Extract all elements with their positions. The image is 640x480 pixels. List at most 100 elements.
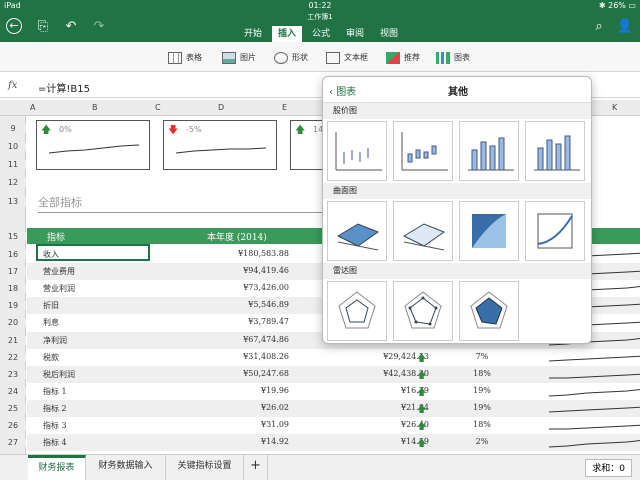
column-a[interactable]: A [30,103,35,112]
file-icon[interactable]: ⎘ [34,18,52,36]
chart-icon [436,51,450,64]
sheet-tab-data-input[interactable]: 财务数据输入 [86,455,166,480]
row-number[interactable]: 9 [0,124,26,133]
stock-chart-option-3[interactable] [459,121,519,181]
back-icon[interactable]: ← [6,18,22,34]
kpi-value: -5% [186,125,202,134]
popover-header: ‹ 图表 其他 [323,77,591,103]
undo-icon[interactable]: ↶ [62,18,80,36]
current-value: ¥31,408.26 [243,351,289,361]
metric-name: 营业费用 [43,267,75,277]
clock: 01:22 [308,1,332,10]
kpi-card[interactable]: 🡅 0% [36,120,150,170]
table-row[interactable]: 税款 ¥31,408.26 ¥29,424.53 🡅 7% [27,349,640,366]
row-number[interactable]: 13 [0,197,26,206]
row-number[interactable]: 24 [0,386,26,396]
row-number[interactable]: 16 [0,250,26,259]
search-icon[interactable]: ⌕ [590,18,608,36]
surface-chart-icon [336,223,380,251]
section-surface: 曲面图 [323,183,591,199]
stock-chart-option-1[interactable] [327,121,387,181]
metric-name: 指标 1 [43,386,67,396]
current-value: ¥73,426.00 [243,283,289,293]
recommended-button[interactable]: 推荐 [386,50,420,66]
table-row[interactable]: 指标 2 ¥26.02 ¥21.84 🡅 19% [27,399,640,417]
section-radar: 雷达图 [323,263,591,279]
row-number[interactable]: 10 [0,142,26,151]
stock-chart-option-2[interactable] [393,121,453,181]
column-k[interactable]: K [612,103,617,112]
tab-view[interactable]: 视图 [374,26,404,42]
change-percent: 18% [473,368,491,378]
row-number[interactable]: 26 [0,421,26,430]
selected-cell[interactable] [36,244,150,261]
excel-app: { "status": {"device": "iPad", "time": "… [0,0,640,480]
surface-chart-option-4[interactable] [525,201,585,261]
formula-input[interactable]: =计算!B15 [38,80,90,95]
shapes-button[interactable]: 形状 [274,50,308,66]
surface-chart-icon [472,214,506,248]
tab-review[interactable]: 审阅 [340,26,370,42]
row-number[interactable]: 18 [0,284,26,294]
metric-name: 利息 [43,318,59,328]
sheet-tab-kpi-settings[interactable]: 关键指标设置 [166,455,244,480]
column-c[interactable]: C [155,103,161,112]
row-number[interactable]: 25 [0,403,26,413]
row-number[interactable]: 27 [0,438,26,448]
metric-name: 指标 2 [43,403,67,413]
chart-label: 图表 [454,53,470,62]
row-number[interactable]: 22 [0,352,26,362]
current-value: ¥67,474.86 [243,334,289,344]
table-row[interactable]: 指标 1 ¥19.96 ¥16.79 🡅 19% [27,383,640,400]
fx-icon[interactable]: fx [8,80,17,91]
metric-name: 税款 [43,352,59,362]
radar-chart-option-2[interactable] [393,281,453,341]
row-number[interactable]: 20 [0,318,26,328]
sheet-tab-financial[interactable]: 财务报表 [28,455,86,480]
sum-indicator[interactable]: 求和：0 [585,459,632,477]
change-percent: 18% [473,420,491,429]
row-number[interactable]: 17 [0,267,26,277]
insert-toolbar: 表格 图片 形状 文本框 推荐 图表 [0,42,640,72]
surface-chart-option-2[interactable] [393,201,453,261]
row-number[interactable]: 19 [0,301,26,311]
row-sparkline [548,440,640,448]
change-percent: 19% [473,385,491,395]
tab-insert[interactable]: 插入 [272,26,302,42]
column-e[interactable]: E [282,103,287,112]
current-value: ¥3,789.47 [248,317,289,327]
radar-chart-option-3[interactable] [459,281,519,341]
down-arrow-icon: 🡇 [168,125,179,136]
radar-chart-icon [338,291,376,329]
textbox-button[interactable]: 文本框 [326,50,368,66]
row-number[interactable]: 21 [0,335,26,345]
surface-chart-option-1[interactable] [327,201,387,261]
row-number[interactable]: 11 [0,160,26,169]
redo-icon[interactable]: ↷ [90,18,108,36]
add-sheet-button[interactable]: + [244,455,268,480]
row-number[interactable]: 12 [0,178,26,187]
row-number[interactable]: 23 [0,369,26,379]
row-number[interactable]: 15 [0,232,26,241]
up-arrow-icon: 🡅 [417,422,427,432]
metric-name: 折旧 [43,301,59,311]
table-row[interactable]: 指标 3 ¥31.09 ¥26.40 🡅 18% [27,417,640,434]
tab-formulas[interactable]: 公式 [306,26,336,42]
column-d[interactable]: D [218,103,224,112]
metric-name: 指标 4 [43,438,67,448]
picture-button[interactable]: 图片 [222,50,256,66]
ribbon-header: 工作簿1 ← ⎘ ↶ ↷ 开始 插入 公式 审阅 视图 ⌕ 👤 [0,12,640,42]
kpi-card[interactable]: 🡇 -5% [163,120,277,170]
chart-button[interactable]: 图表 [436,50,470,66]
table-button[interactable]: 表格 [168,50,202,66]
surface-chart-option-3[interactable] [459,201,519,261]
change-percent: 2% [475,437,489,447]
column-b[interactable]: B [92,103,98,112]
tab-home[interactable]: 开始 [238,26,268,42]
textbox-icon [326,51,340,64]
table-row[interactable]: 税后利润 ¥50,247.68 ¥42,438.20 🡅 18% [27,365,640,383]
table-row[interactable]: 指标 4 ¥14.92 ¥14.59 🡅 2% [27,434,640,452]
radar-chart-option-1[interactable] [327,281,387,341]
share-user-icon[interactable]: 👤 [616,18,634,36]
stock-chart-option-4[interactable] [525,121,585,181]
